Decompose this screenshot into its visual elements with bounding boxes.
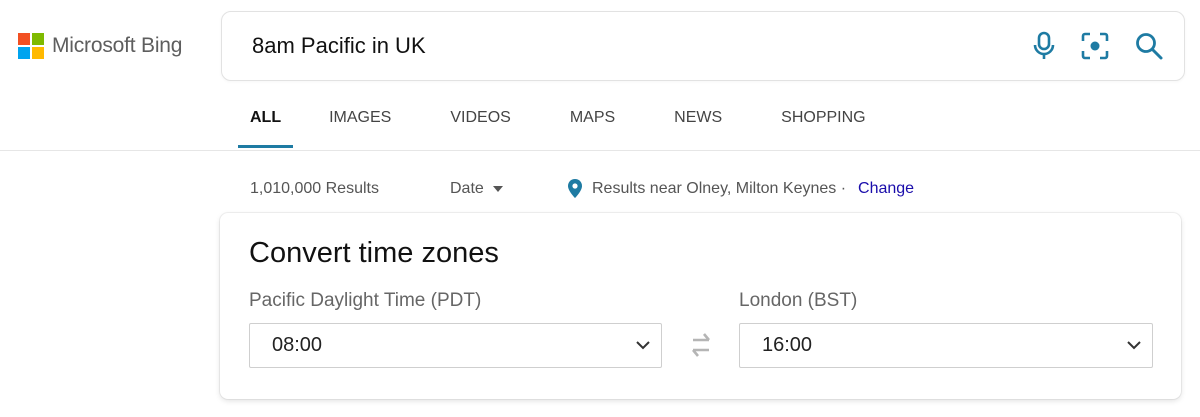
search-tabs: ALL IMAGES VIDEOS MAPS NEWS SHOPPING [238,100,878,150]
from-time-value: 08:00 [272,334,323,356]
microphone-icon[interactable] [1029,30,1059,62]
search-box [221,11,1185,81]
tab-images[interactable]: IMAGES [317,100,403,148]
to-time-select[interactable]: 16:00 [739,323,1153,368]
tab-videos[interactable]: VIDEOS [438,100,522,148]
location-text: Results near Olney, Milton Keynes · [592,180,847,197]
from-zone-label: Pacific Daylight Time (PDT) [249,290,482,311]
bing-logo[interactable]: Microsoft Bing [18,33,182,59]
brand-name: Microsoft Bing [52,34,183,57]
from-time-select[interactable]: 08:00 [249,323,662,368]
search-icon[interactable] [1134,30,1164,62]
to-time-value: 16:00 [762,334,813,356]
tabs-divider [0,150,1200,151]
date-filter-button[interactable]: Date [450,180,503,198]
time-zone-converter-card: Convert time zones Pacific Daylight Time… [220,213,1181,399]
search-input[interactable] [252,30,992,62]
results-count: 1,010,000 Results [250,180,379,197]
visual-search-icon[interactable] [1080,30,1110,62]
location-pin-icon [568,179,582,198]
microsoft-logo-icon [18,33,44,59]
location-info: Results near Olney, Milton Keynes · Chan… [568,179,914,198]
tab-maps[interactable]: MAPS [558,100,627,148]
chevron-down-icon [1127,341,1141,350]
change-location-link[interactable]: Change [858,180,914,198]
tab-all[interactable]: ALL [238,100,294,148]
tab-news[interactable]: NEWS [662,100,734,148]
chevron-down-icon [636,341,650,350]
card-title: Convert time zones [249,237,499,269]
tab-shopping[interactable]: SHOPPING [769,100,877,148]
to-zone-label: London (BST) [739,290,858,311]
caret-down-icon [492,186,503,192]
date-filter-label: Date [450,180,484,197]
swap-arrows-icon[interactable] [690,331,712,364]
